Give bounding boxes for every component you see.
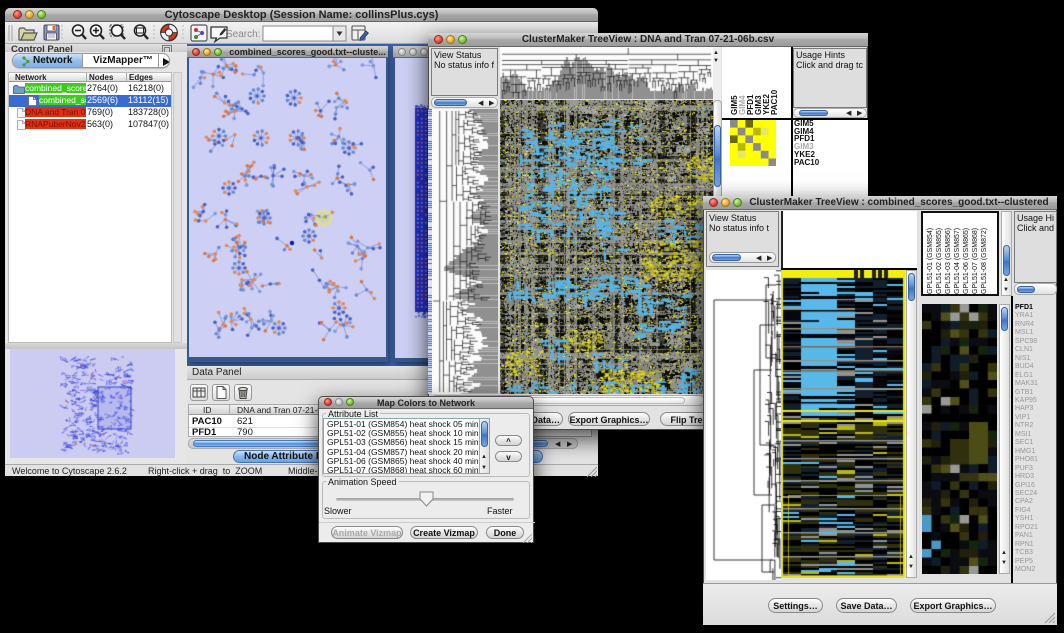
svg-text:Search:: Search:: [226, 29, 260, 40]
svg-text:GPL51-08 (GSM872): GPL51-08 (GSM872): [981, 228, 988, 294]
svg-text:GPL51-04 (GSM857): GPL51-04 (GSM857): [954, 228, 961, 294]
svg-text:PAC10: PAC10: [770, 89, 779, 115]
svg-text:GPL51-07 (GSM868): GPL51-07 (GSM868): [972, 228, 979, 294]
svg-text:GPL51-06 (GSM865): GPL51-06 (GSM865): [963, 228, 970, 294]
svg-text:GPL51-03 (GSM856): GPL51-03 (GSM856): [945, 228, 952, 294]
svg-text:GPL51-01 (GSM854): GPL51-01 (GSM854): [927, 228, 934, 294]
svg-text:GPL51-02 (GSM855): GPL51-02 (GSM855): [936, 228, 943, 294]
